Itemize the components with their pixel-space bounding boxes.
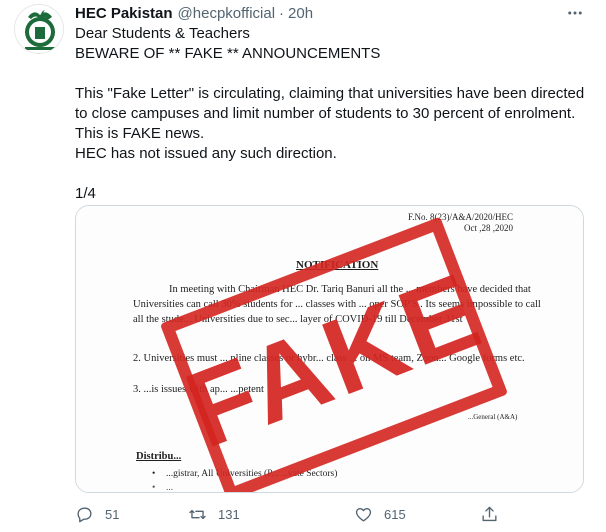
heart-icon [355,507,372,522]
like-button[interactable]: 615 [354,503,406,525]
timestamp[interactable]: 20h [288,4,313,24]
tweet[interactable]: HEC Pakistan @hecpkofficial · 20h Dear S… [0,0,606,532]
tweet-text-spacer [75,164,595,184]
action-bar: 51 131 615 [75,503,515,525]
tweet-text-spacer [75,64,595,84]
like-count: 615 [384,506,406,522]
tweet-header: HEC Pakistan @hecpkofficial · 20h [75,4,313,24]
user-handle[interactable]: @hecpkofficial [178,4,276,24]
more-options-button[interactable] [564,5,586,21]
avatar[interactable] [14,4,64,54]
letter-signature: ...General (A&A) [468,413,518,421]
share-button[interactable] [480,503,499,525]
tweet-text-line: Dear Students & Teachers [75,25,250,42]
letter-file-number: F.No. 8(23)/A&A/2020/HEC [407,212,513,222]
tweet-text: Dear Students & Teachers BEWARE OF ** FA… [75,24,595,204]
tweet-text-line: HEC has not issued any such direction. [75,145,337,162]
display-name[interactable]: HEC Pakistan [75,4,173,24]
letter-distribution-heading: Distribu... [136,451,182,462]
hec-logo-icon [15,5,63,53]
retweet-count: 131 [218,506,240,522]
thread-counter: 1/4 [75,185,96,202]
reply-icon [77,506,92,522]
letter-distribution-item: ... [152,483,173,492]
tweet-image[interactable]: F.No. 8(23)/A&A/2020/HEC Oct ,28 ,2020 N… [75,205,584,493]
tweet-text-line: This is FAKE news. [75,125,205,142]
reply-count: 51 [105,506,120,522]
stamp-text: FAKE [170,248,498,470]
retweet-button[interactable]: 131 [188,503,240,525]
fake-stamp: FAKE [159,216,509,492]
tweet-text-line: to close campuses and limit number of st… [75,105,576,122]
tweet-text-line: BEWARE OF ** FAKE ** ANNOUNCEMENTS [75,45,381,62]
tweet-text-line: This "Fake Letter" is circulating, claim… [75,85,585,102]
separator-dot: · [279,5,285,22]
retweet-icon [189,509,206,519]
share-icon [482,506,497,521]
fake-letter-image: F.No. 8(23)/A&A/2020/HEC Oct ,28 ,2020 N… [76,206,583,492]
reply-button[interactable]: 51 [75,503,119,525]
more-icon [568,11,582,15]
